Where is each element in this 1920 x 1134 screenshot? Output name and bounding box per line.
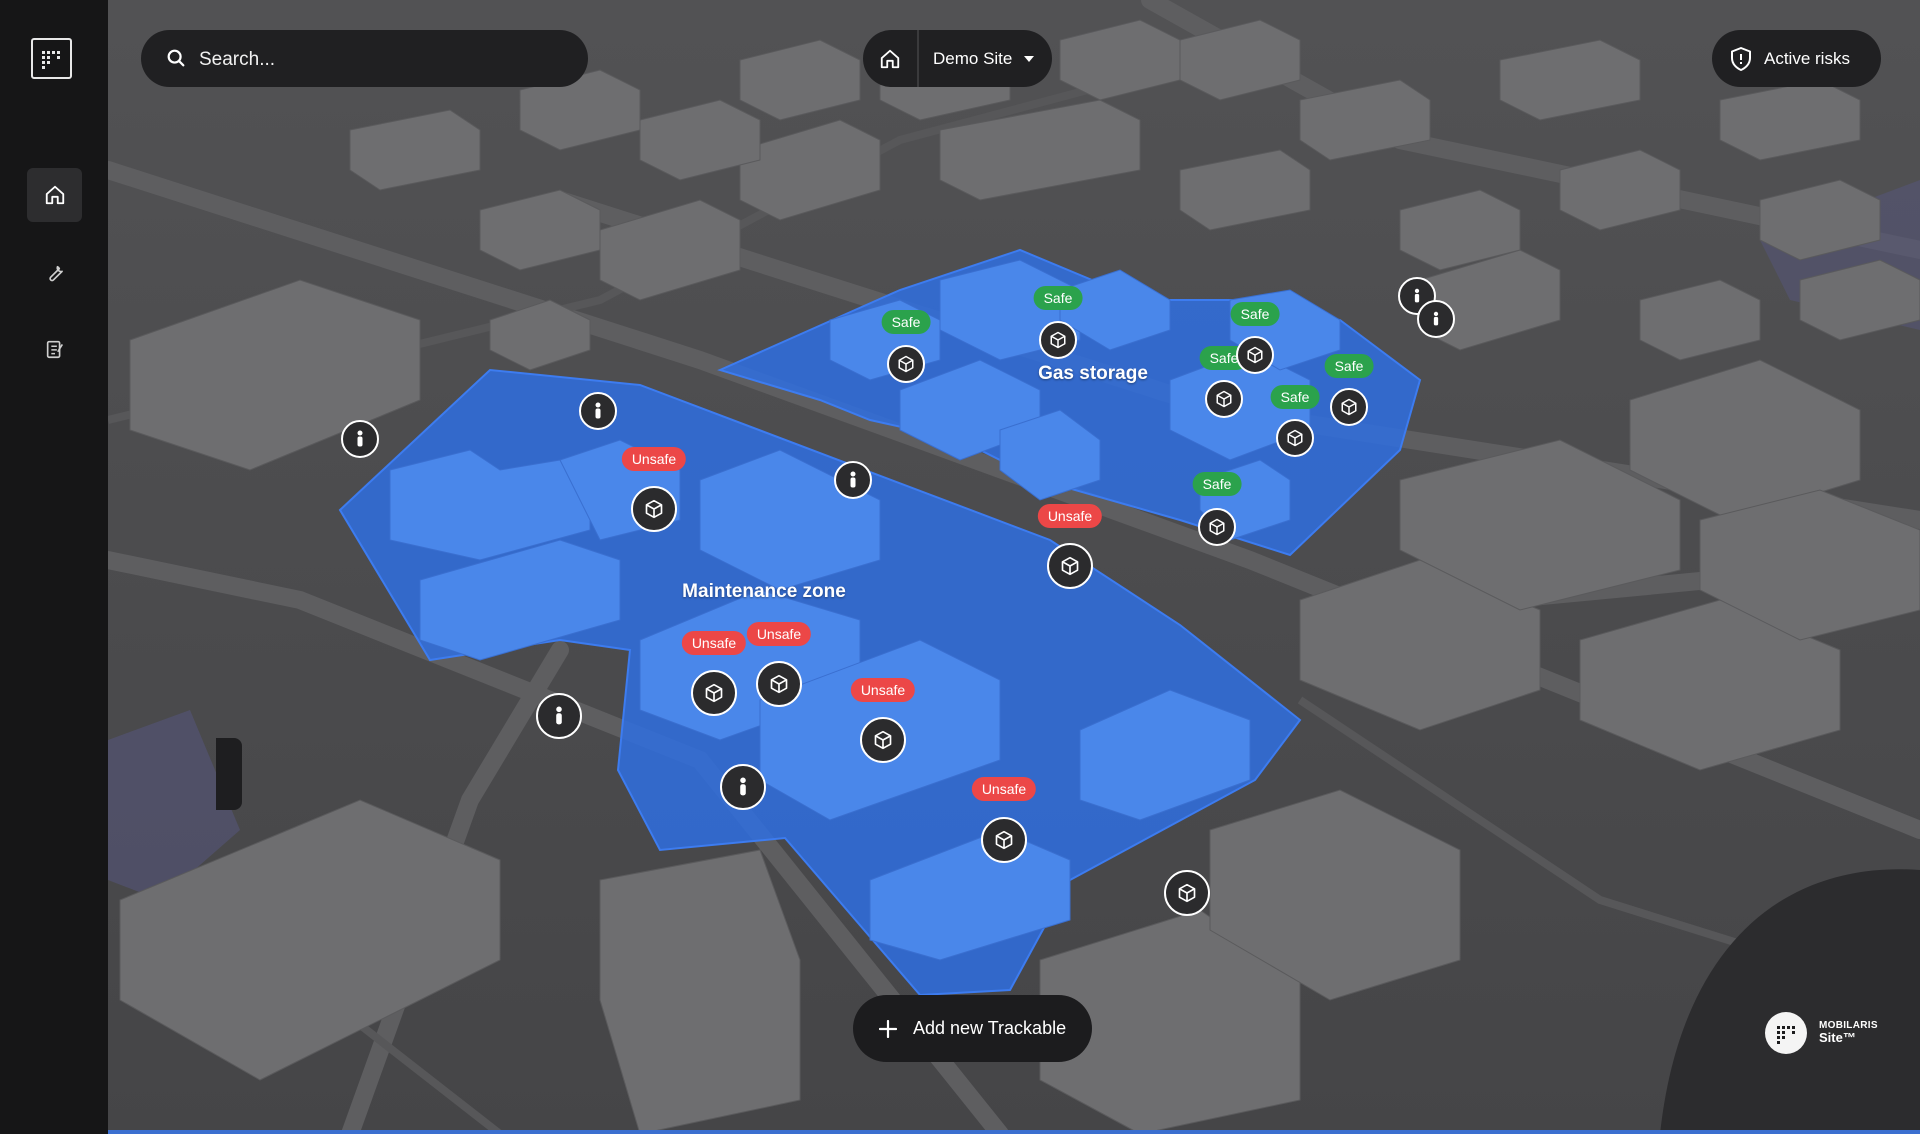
- zone-label-maintenance: Maintenance zone: [682, 581, 846, 602]
- add-trackable-button[interactable]: Add new Trackable: [853, 995, 1092, 1062]
- brand-logo-icon: [1765, 1012, 1807, 1054]
- person-pin[interactable]: [536, 693, 582, 739]
- cube-icon: [645, 499, 663, 519]
- brand-line2: Site™: [1819, 1030, 1856, 1046]
- site-map[interactable]: [108, 0, 1920, 1134]
- cube-icon: [995, 830, 1013, 850]
- cube-icon: [1061, 556, 1079, 576]
- left-panel-toggle[interactable]: [216, 738, 242, 810]
- person-pin[interactable]: [834, 461, 872, 499]
- status-badge-safe: Safe: [1324, 354, 1374, 378]
- status-badge-safe: Safe: [1230, 302, 1280, 326]
- person-pin[interactable]: [579, 392, 617, 430]
- asset-pin[interactable]: [1039, 321, 1077, 359]
- add-trackable-label: Add new Trackable: [913, 1018, 1067, 1038]
- status-badge-safe: Safe: [1033, 286, 1083, 310]
- asset-pin[interactable]: [887, 345, 925, 383]
- asset-pin[interactable]: [860, 717, 906, 763]
- active-risks-button[interactable]: Active risks: [1712, 30, 1881, 87]
- person-icon: [1433, 311, 1439, 326]
- search-icon: [167, 49, 185, 67]
- person-icon: [1414, 288, 1420, 303]
- map-canvas[interactable]: [108, 0, 1920, 1134]
- cube-icon: [1216, 390, 1232, 408]
- cube-icon: [1178, 883, 1196, 903]
- asset-pin[interactable]: [1330, 388, 1368, 426]
- person-icon: [556, 706, 562, 725]
- cube-icon: [1209, 518, 1225, 536]
- asset-pin[interactable]: [1276, 419, 1314, 457]
- search-bar[interactable]: [141, 30, 588, 89]
- person-icon: [740, 777, 746, 796]
- cube-icon: [770, 674, 788, 694]
- wrench-icon: [48, 265, 63, 282]
- site-selector: Demo Site: [863, 30, 1053, 87]
- asset-pin[interactable]: [631, 486, 677, 532]
- brand-watermark: MOBILARIS Site™: [1765, 1012, 1878, 1054]
- sidebar-item-tools[interactable]: [27, 245, 82, 299]
- asset-pin[interactable]: [691, 670, 737, 716]
- status-badge-safe: Safe: [1192, 472, 1242, 496]
- status-badge-unsafe: Unsafe: [850, 678, 916, 702]
- asset-pin[interactable]: [1164, 870, 1210, 916]
- search-input[interactable]: [197, 30, 571, 89]
- sidebar-item-home[interactable]: [27, 168, 82, 222]
- person-icon: [357, 430, 363, 447]
- cube-icon: [1287, 429, 1303, 447]
- status-badge-safe: Safe: [1270, 385, 1320, 409]
- shield-icon: [1731, 46, 1751, 71]
- active-risks-label: Active risks: [1764, 48, 1850, 68]
- asset-pin[interactable]: [1198, 508, 1236, 546]
- person-icon: [850, 471, 856, 488]
- sidebar-item-reports[interactable]: [27, 322, 82, 376]
- cube-icon: [1050, 331, 1066, 349]
- cube-icon: [705, 683, 723, 703]
- cube-icon: [1247, 346, 1263, 364]
- plus-icon: [879, 1019, 897, 1038]
- bottom-accent-line: [108, 1130, 1920, 1134]
- person-pin[interactable]: [720, 764, 766, 810]
- site-dropdown[interactable]: Demo Site: [919, 30, 1053, 87]
- person-pin[interactable]: [341, 420, 379, 458]
- zone-label-gas-storage: Gas storage: [1038, 363, 1148, 384]
- site-home-button[interactable]: [863, 30, 917, 87]
- status-badge-unsafe: Unsafe: [971, 777, 1037, 801]
- notepad-icon: [46, 340, 63, 359]
- home-icon: [880, 49, 900, 68]
- asset-pin[interactable]: [756, 661, 802, 707]
- cube-icon: [1341, 398, 1357, 416]
- app-logo-icon[interactable]: [31, 38, 72, 79]
- cube-icon: [898, 355, 914, 373]
- status-badge-safe: Safe: [881, 310, 931, 334]
- chevron-down-icon: [1024, 55, 1035, 62]
- status-badge-unsafe: Unsafe: [746, 622, 812, 646]
- sidebar: [0, 0, 108, 1134]
- person-pin[interactable]: [1417, 300, 1455, 338]
- asset-pin[interactable]: [1047, 543, 1093, 589]
- cube-icon: [874, 730, 892, 750]
- home-icon: [45, 185, 64, 205]
- site-name: Demo Site: [933, 48, 1013, 68]
- status-badge-unsafe: Unsafe: [621, 447, 687, 471]
- asset-pin[interactable]: [1205, 380, 1243, 418]
- status-badge-unsafe: Unsafe: [1037, 504, 1103, 528]
- status-badge-unsafe: Unsafe: [681, 631, 747, 655]
- person-icon: [595, 402, 601, 419]
- asset-pin[interactable]: [981, 817, 1027, 863]
- asset-pin[interactable]: [1236, 336, 1274, 374]
